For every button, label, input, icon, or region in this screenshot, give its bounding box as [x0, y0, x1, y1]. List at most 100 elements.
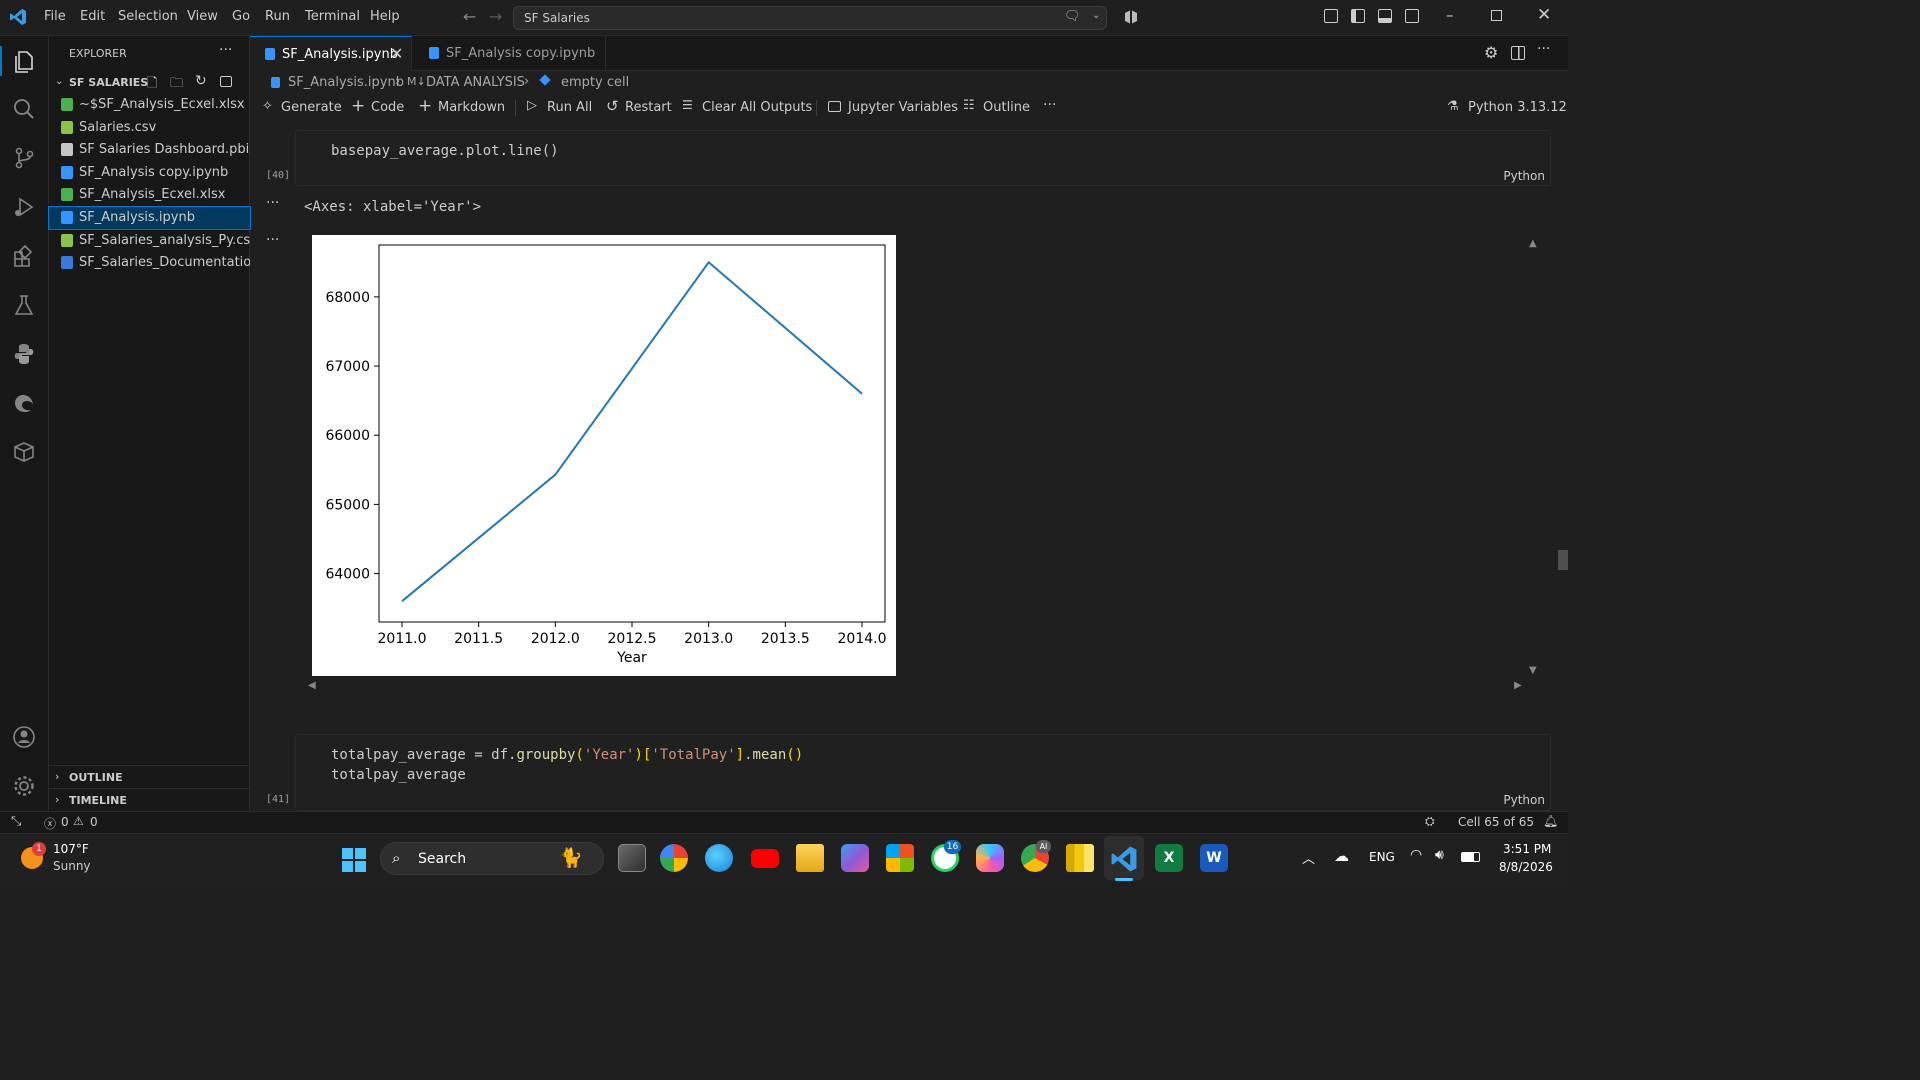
vscode-taskbar-icon[interactable] — [1110, 845, 1138, 873]
file-item[interactable]: SF_Analysis copy.ipynb — [49, 162, 250, 184]
volume-icon[interactable]: 🔊︎ — [1435, 847, 1444, 863]
outline-button[interactable]: Outline — [983, 100, 1030, 115]
explorer-icon[interactable] — [11, 48, 37, 74]
code-cell-41[interactable]: totalpay_average = df.groupby('Year')['T… — [295, 734, 1551, 811]
file-explorer-icon[interactable] — [796, 844, 824, 872]
onedrive-cloud-icon[interactable]: ☁ — [1334, 847, 1349, 865]
youtube-icon[interactable] — [751, 849, 779, 868]
google-icon[interactable] — [660, 844, 688, 872]
warning-count[interactable]: 0 — [90, 815, 98, 829]
settings-gear-icon[interactable] — [11, 773, 37, 799]
testing-icon[interactable] — [11, 292, 37, 318]
copilot-status-icon[interactable]: ⛭ — [1425, 814, 1435, 829]
battery-icon[interactable] — [1461, 852, 1480, 862]
run-all-button[interactable]: Run All — [547, 100, 592, 115]
notifications-bell-icon[interactable]: 🔔︎ — [1543, 814, 1558, 828]
toggle-sidebar-icon[interactable] — [1351, 9, 1365, 23]
more-actions-icon[interactable]: ··· — [1537, 41, 1550, 57]
source-control-icon[interactable] — [11, 145, 37, 171]
chevron-right-icon[interactable]: › — [55, 770, 59, 783]
close-window-icon[interactable]: ✕ — [1537, 5, 1551, 25]
toggle-panel-icon[interactable] — [1378, 9, 1392, 23]
layout-customize-icon[interactable] — [1324, 9, 1338, 23]
collapse-all-icon[interactable] — [220, 76, 232, 87]
warning-icon[interactable]: ⚠ — [73, 814, 84, 828]
cell-language[interactable]: Python — [1503, 169, 1545, 183]
timeline-section[interactable]: TIMELINE — [69, 794, 127, 807]
clear-all-outputs-button[interactable]: Clear All Outputs — [702, 100, 812, 115]
edge-browser-icon[interactable] — [11, 390, 37, 416]
word-icon[interactable]: W — [1200, 844, 1228, 872]
menu-go[interactable]: Go — [232, 9, 250, 24]
run-debug-icon[interactable] — [11, 194, 37, 220]
add-markdown-button[interactable]: Markdown — [438, 100, 505, 115]
generate-button[interactable]: Generate — [281, 100, 342, 115]
file-item[interactable]: ~$SF_Analysis_Ecxel.xlsx — [49, 94, 250, 116]
chevron-down-icon[interactable]: ⌄ — [55, 76, 63, 87]
weather-temperature[interactable]: 107°F — [53, 842, 89, 856]
folder-name[interactable]: SF SALARIES — [69, 76, 148, 89]
error-count[interactable]: 0 — [61, 815, 69, 829]
tab-sf-analysis[interactable]: SF_Analysis.ipynb ✕ — [250, 36, 412, 71]
search-icon[interactable] — [11, 96, 37, 122]
scroll-right-icon[interactable]: ▶ — [1514, 680, 1522, 691]
windows-start-icon[interactable] — [342, 848, 366, 872]
new-file-icon[interactable]: 🗋 — [147, 74, 157, 96]
cell-code[interactable]: totalpay_average = df.groupby('Year')['T… — [331, 747, 803, 763]
file-item[interactable]: SF_Salaries_analysis_Py.csv — [49, 230, 250, 252]
scroll-up-icon[interactable]: ▲ — [1529, 238, 1537, 249]
taskbar-search-box[interactable]: ⌕ Search 🐈 — [380, 842, 604, 875]
refresh-icon[interactable]: ↻ — [195, 73, 207, 89]
restart-button[interactable]: Restart — [625, 100, 672, 115]
chevron-right-icon[interactable]: › — [55, 793, 59, 806]
output-more-icon[interactable]: ··· — [266, 232, 279, 248]
toggle-secondary-sidebar-icon[interactable] — [1405, 9, 1419, 23]
copilot-icon[interactable] — [1123, 9, 1139, 25]
menu-help[interactable]: Help — [370, 9, 400, 24]
input-language[interactable]: ENG — [1369, 850, 1395, 864]
cell-code[interactable]: basepay_average.plot.line() — [331, 143, 559, 159]
scroll-down-icon[interactable]: ▼ — [1529, 665, 1537, 676]
containers-icon[interactable] — [11, 439, 37, 465]
edge-icon[interactable] — [705, 844, 733, 872]
excel-icon[interactable]: X — [1155, 844, 1183, 872]
scrollbar-thumb[interactable] — [1558, 550, 1568, 570]
menu-run[interactable]: Run — [265, 9, 290, 24]
restore-icon[interactable] — [1491, 10, 1502, 21]
menu-edit[interactable]: Edit — [80, 9, 105, 24]
more-actions-icon[interactable]: ··· — [219, 42, 232, 58]
more-actions-icon[interactable]: ··· — [1043, 97, 1056, 113]
gear-icon[interactable]: ⚙ — [1484, 43, 1498, 62]
split-editor-icon[interactable] — [1511, 46, 1525, 60]
jupyter-variables-button[interactable]: Jupyter Variables — [848, 100, 958, 115]
kernel-picker[interactable]: Python 3.13.12 — [1468, 100, 1567, 115]
clock-time[interactable]: 3:51 PM — [1503, 842, 1551, 856]
extensions-icon[interactable] — [11, 243, 37, 269]
cell-position[interactable]: Cell 65 of 65 — [1458, 815, 1534, 829]
file-item[interactable]: SF_Salaries_Documentation... — [49, 252, 250, 274]
breadcrumb-file[interactable]: SF_Analysis.ipynb — [288, 75, 404, 90]
menu-view[interactable]: View — [187, 9, 218, 24]
account-icon[interactable] — [11, 724, 37, 750]
minimize-icon[interactable]: – — [1446, 6, 1454, 24]
outline-section[interactable]: OUTLINE — [69, 771, 123, 784]
scroll-left-icon[interactable]: ◀ — [308, 680, 316, 691]
menu-selection[interactable]: Selection — [118, 9, 178, 24]
python-icon[interactable] — [11, 341, 37, 367]
menu-terminal[interactable]: Terminal — [305, 9, 360, 24]
file-item[interactable]: Salaries.csv — [49, 117, 250, 139]
tab-sf-analysis-copy[interactable]: SF_Analysis copy.ipynb — [412, 36, 606, 71]
add-code-button[interactable]: Code — [371, 100, 404, 115]
command-center-search[interactable]: SF Salaries 🗨 ⌄ — [513, 6, 1107, 30]
file-item[interactable]: SF_Analysis_Ecxel.xlsx — [49, 184, 250, 206]
cell-code[interactable]: totalpay_average — [331, 767, 466, 783]
cell-language[interactable]: Python — [1503, 793, 1545, 807]
microsoft-365-icon[interactable] — [841, 844, 869, 872]
file-item[interactable]: SF_Analysis.ipynb — [48, 206, 251, 230]
search-input[interactable]: SF Salaries — [524, 11, 590, 25]
close-tab-icon[interactable]: ✕ — [390, 44, 403, 63]
copilot-chat-icon[interactable]: 🗨 — [1064, 9, 1081, 24]
wifi-icon[interactable]: ◠ — [1410, 847, 1422, 863]
chevron-up-icon[interactable]: ︿ — [1302, 848, 1315, 867]
power-bi-icon[interactable] — [1066, 844, 1094, 872]
